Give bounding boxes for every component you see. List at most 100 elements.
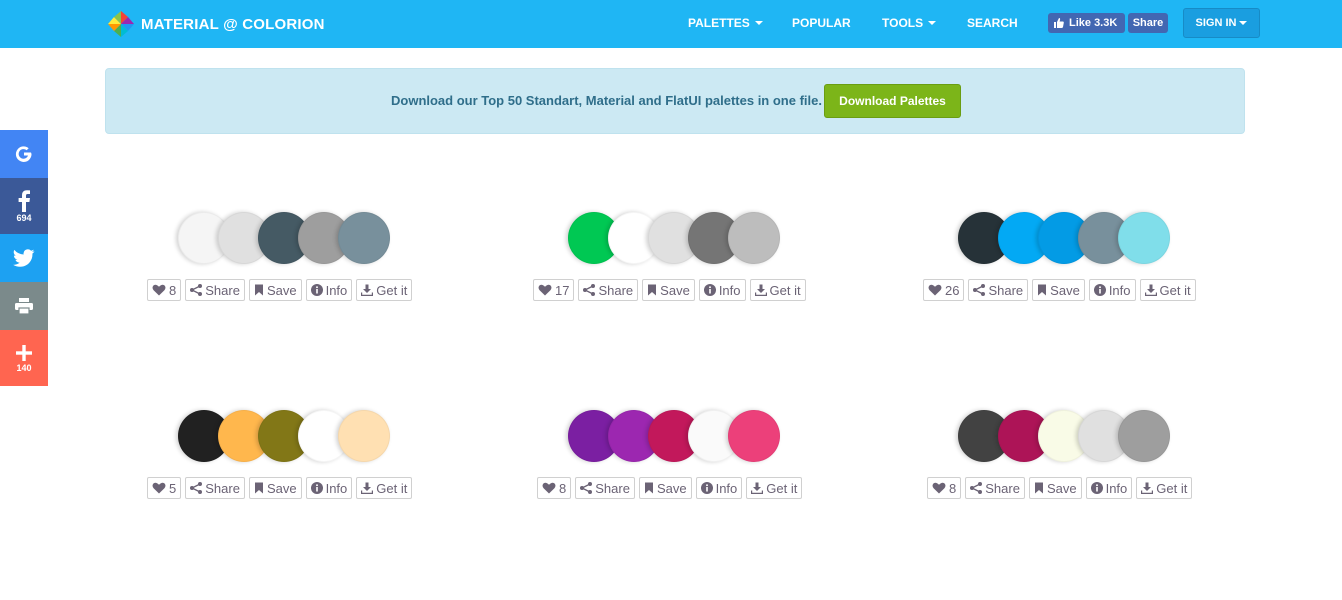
sign-in-button[interactable]: SIGN IN xyxy=(1183,8,1260,38)
bookmark-icon xyxy=(254,284,263,296)
get-it-button[interactable]: Get it xyxy=(746,477,803,499)
printer-icon xyxy=(15,298,33,315)
info-button[interactable]: Info xyxy=(695,477,743,499)
share-button[interactable]: Share xyxy=(578,279,639,301)
info-icon xyxy=(1093,284,1106,296)
nav-palettes-label: PALETTES xyxy=(688,16,750,30)
info-icon xyxy=(700,482,713,494)
thumbs-up-icon xyxy=(1054,18,1064,28)
nav-palettes[interactable]: PALETTES xyxy=(688,16,763,30)
download-icon xyxy=(361,284,374,296)
info-button[interactable]: Info xyxy=(305,279,353,301)
heart-icon xyxy=(152,284,166,296)
facebook-icon xyxy=(18,189,30,212)
get-it-button[interactable]: Get it xyxy=(1136,477,1193,499)
save-button[interactable]: Save xyxy=(248,279,302,301)
download-icon xyxy=(361,482,374,494)
share-icon xyxy=(190,482,203,494)
save-button[interactable]: Save xyxy=(1032,279,1085,301)
share-icon xyxy=(583,284,596,296)
caret-down-icon xyxy=(928,21,937,25)
color-swatch[interactable] xyxy=(338,212,390,264)
color-swatch[interactable] xyxy=(1118,410,1170,462)
facebook-share-side-button[interactable]: 694 xyxy=(0,178,48,234)
download-icon xyxy=(1141,482,1154,494)
caret-down-icon xyxy=(1239,21,1248,25)
share-button[interactable]: Share xyxy=(575,477,635,499)
nav-search[interactable]: SEARCH xyxy=(967,16,1018,30)
like-button[interactable]: 5 xyxy=(147,477,182,499)
palette-actions: 5 Share Save Info Get it xyxy=(147,477,413,499)
palette-actions: 8 Share Save Info Get it xyxy=(147,279,413,301)
download-palettes-button[interactable]: Download Palettes xyxy=(824,84,961,118)
bookmark-icon xyxy=(1034,482,1043,494)
print-button[interactable] xyxy=(0,282,48,330)
info-button[interactable]: Info xyxy=(305,477,353,499)
twitter-icon xyxy=(13,249,35,267)
color-swatch[interactable] xyxy=(338,410,390,462)
download-icon xyxy=(754,284,767,296)
palette-actions: 17 Share Save Info Get it xyxy=(533,279,806,301)
top-navbar: MATERIAL @ COLORION PALETTES POPULAR TOO… xyxy=(0,0,1342,48)
heart-icon xyxy=(932,482,946,494)
pinwheel-logo-icon xyxy=(108,11,134,37)
like-button[interactable]: 17 xyxy=(533,279,575,301)
get-it-button[interactable]: Get it xyxy=(1139,279,1196,301)
save-button[interactable]: Save xyxy=(248,477,302,499)
bookmark-icon xyxy=(1038,284,1047,296)
download-icon xyxy=(1144,284,1157,296)
share-button[interactable]: Share xyxy=(968,279,1029,301)
like-button[interactable]: 8 xyxy=(147,279,182,301)
color-swatch[interactable] xyxy=(728,212,780,264)
download-banner: Download our Top 50 Standart, Material a… xyxy=(105,68,1245,134)
share-icon xyxy=(970,482,983,494)
facebook-like-button[interactable]: Like 3.3K xyxy=(1048,13,1125,33)
download-icon xyxy=(751,482,764,494)
nav-tools[interactable]: TOOLS xyxy=(882,16,937,30)
like-button[interactable]: 8 xyxy=(927,477,962,499)
save-button[interactable]: Save xyxy=(638,477,692,499)
more-share-count: 140 xyxy=(16,362,32,373)
info-button[interactable]: Info xyxy=(698,279,746,301)
info-icon xyxy=(310,482,323,494)
share-icon xyxy=(973,284,986,296)
color-swatch[interactable] xyxy=(728,410,780,462)
info-icon xyxy=(703,284,716,296)
heart-icon xyxy=(538,284,552,296)
get-it-button[interactable]: Get it xyxy=(356,279,413,301)
google-share-button[interactable] xyxy=(0,130,48,178)
more-share-button[interactable]: 140 xyxy=(0,330,48,386)
like-button[interactable]: 26 xyxy=(923,279,965,301)
heart-icon xyxy=(152,482,166,494)
caret-down-icon xyxy=(754,21,763,25)
brand-name: MATERIAL @ COLORION xyxy=(141,15,325,33)
color-swatch[interactable] xyxy=(1118,212,1170,264)
share-button[interactable]: Share xyxy=(185,477,245,499)
info-button[interactable]: Info xyxy=(1085,477,1133,499)
banner-text: Download our Top 50 Standart, Material a… xyxy=(391,93,822,108)
share-button[interactable]: Share xyxy=(185,279,245,301)
like-button[interactable]: 8 xyxy=(537,477,572,499)
palette-actions: 26 Share Save Info Get it xyxy=(923,279,1196,301)
share-icon xyxy=(190,284,203,296)
save-button[interactable]: Save xyxy=(1028,477,1082,499)
save-button[interactable]: Save xyxy=(642,279,695,301)
info-button[interactable]: Info xyxy=(1088,279,1136,301)
sign-in-label: SIGN IN xyxy=(1195,17,1237,29)
plus-icon xyxy=(16,344,32,361)
facebook-share-button[interactable]: Share xyxy=(1128,13,1168,33)
share-button[interactable]: Share xyxy=(965,477,1025,499)
nav-popular[interactable]: POPULAR xyxy=(792,16,851,30)
get-it-button[interactable]: Get it xyxy=(356,477,413,499)
palette-actions: 8 Share Save Info Get it xyxy=(537,477,803,499)
heart-icon xyxy=(928,284,942,296)
bookmark-icon xyxy=(254,482,263,494)
brand-logo-link[interactable]: MATERIAL @ COLORION xyxy=(106,9,325,39)
share-icon xyxy=(580,482,593,494)
twitter-share-button[interactable] xyxy=(0,234,48,282)
get-it-button[interactable]: Get it xyxy=(749,279,806,301)
heart-icon xyxy=(542,482,556,494)
bookmark-icon xyxy=(648,284,657,296)
google-icon xyxy=(15,146,32,162)
info-icon xyxy=(1090,482,1103,494)
